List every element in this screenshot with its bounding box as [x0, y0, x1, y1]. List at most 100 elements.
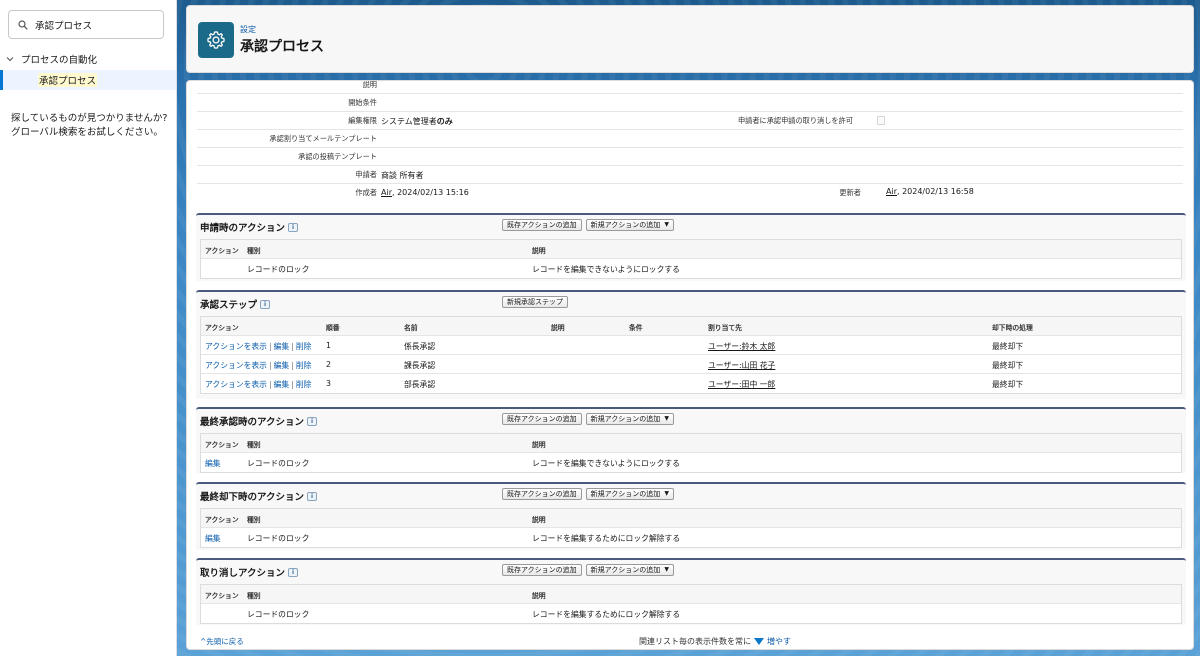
column-header: 却下時の処理 [992, 324, 1033, 332]
separator: | [291, 341, 294, 351]
add-new-action-label: 新規アクションの追加 [590, 415, 661, 423]
quick-find-box[interactable] [8, 10, 164, 39]
separator: | [291, 379, 294, 389]
created-by-user-link[interactable]: Air [381, 188, 392, 197]
column-header: 説明 [551, 324, 565, 332]
add-new-action-button[interactable]: 新規アクションの追加 ▼ [585, 488, 674, 500]
actions-table: アクション 種別 説明 編集 レコードのロック レコードを編集できないようにロッ… [200, 433, 1182, 473]
cell-type: レコードのロック [247, 264, 310, 274]
edit-action-link[interactable]: 編集 [205, 458, 221, 469]
add-new-action-button[interactable]: 新規アクションの追加 ▼ [585, 413, 674, 425]
edit-action-link[interactable]: 編集 [205, 533, 221, 544]
nav-group-process-automation[interactable]: プロセスの自動化 [5, 52, 97, 66]
detail-row-entry-criteria: 開始条件 [197, 94, 1183, 112]
show-more-link[interactable]: 増やす [754, 637, 791, 646]
dropdown-caret-icon: ▼ [664, 221, 669, 228]
cell-assigned-to-link[interactable]: ユーザー:鈴木 太郎 [708, 341, 775, 352]
section-title: 最終却下時のアクション i [200, 489, 318, 503]
delete-link[interactable]: 削除 [296, 380, 312, 389]
breadcrumb[interactable]: 設定 [240, 24, 256, 35]
field-label: 編集権限 [348, 116, 377, 125]
column-header: 種別 [247, 592, 261, 600]
table-row: アクションを表示 | 編集 | 削除 3 部長承認 ユーザー:田中 一郎 最終却下 [201, 374, 1181, 393]
add-new-action-label: 新規アクションの追加 [590, 221, 661, 229]
add-existing-action-button[interactable]: 既存アクションの追加 [502, 413, 582, 425]
detail-row-assignment-template: 承認割り当てメールテンプレート [197, 130, 1183, 148]
actions-table: アクション 種別 説明 レコードのロック レコードを編集できないようにロックする [200, 239, 1182, 279]
field-label: 説明 [362, 80, 377, 89]
info-icon[interactable]: i [288, 567, 299, 577]
edit-link[interactable]: 編集 [274, 342, 290, 351]
triangle-down-icon [754, 638, 764, 645]
cell-type: レコードのロック [247, 609, 310, 619]
separator: | [268, 341, 272, 351]
table-row: 編集 レコードのロック レコードを編集するためにロック解除する [201, 528, 1181, 547]
table-header-row: アクション 種別 説明 [201, 240, 1181, 259]
delete-link[interactable]: 削除 [296, 342, 312, 351]
records-per-list-text: 関連リスト毎の表示件数を常に 増やす [639, 636, 791, 647]
section-title-text: 最終承認時のアクション [200, 417, 305, 428]
detail-row-post-template: 承認の投稿テンプレート [197, 148, 1183, 166]
view-actions-link[interactable]: アクションを表示 [205, 342, 267, 351]
table-header-row: アクション 順番 名前 説明 条件 割り当て先 却下時の処理 [201, 317, 1181, 336]
field-label: 承認の投稿テンプレート [298, 152, 377, 161]
actions-table: アクション 種別 説明 編集 レコードのロック レコードを編集するためにロック解… [200, 508, 1182, 548]
setup-icon-tile [198, 22, 234, 58]
dropdown-caret-icon: ▼ [664, 490, 669, 497]
button-group: 既存アクションの追加 新規アクションの追加 ▼ [502, 413, 674, 425]
search-help-text: 探しているものが見つかりませんか? グローバル検索をお試しください。 [11, 112, 171, 140]
detail-row-description: 説明 [197, 80, 1183, 94]
info-icon[interactable]: i [260, 299, 271, 309]
cell-description: レコードを編集できないようにロックする [532, 264, 680, 274]
row-actions: アクションを表示 | 編集 | 削除 [205, 360, 311, 371]
add-existing-action-button[interactable]: 既存アクションの追加 [502, 488, 582, 500]
new-approval-step-button[interactable]: 新規承認ステップ [502, 296, 568, 308]
back-to-top-link[interactable]: ^先頭に戻る [200, 636, 244, 647]
field-label: 更新者 [839, 188, 861, 197]
cell-assigned-to-link[interactable]: ユーザー:田中 一郎 [708, 379, 775, 390]
back-to-top-label: 先頭に戻る [206, 637, 244, 646]
table-header-row: アクション 種別 説明 [201, 509, 1181, 528]
add-new-action-label: 新規アクションの追加 [590, 566, 661, 574]
add-existing-action-button[interactable]: 既存アクションの追加 [502, 564, 582, 576]
separator: | [291, 360, 294, 370]
view-actions-link[interactable]: アクションを表示 [205, 380, 267, 389]
row-actions: アクションを表示 | 編集 | 削除 [205, 341, 311, 352]
edit-link[interactable]: 編集 [274, 380, 290, 389]
show-more-label: 増やす [767, 637, 791, 646]
add-existing-action-button[interactable]: 既存アクションの追加 [502, 219, 582, 231]
setup-sidebar: プロセスの自動化 承認プロセス 探しているものが見つかりませんか? グローバル検… [0, 0, 177, 656]
add-new-action-button[interactable]: 新規アクションの追加 ▼ [585, 219, 674, 231]
related-list-recall: 取り消しアクション i 既存アクションの追加 新規アクションの追加 ▼ アクション … [196, 558, 1186, 625]
info-icon[interactable]: i [307, 491, 318, 501]
table-row: 編集 レコードのロック レコードを編集できないようにロックする [201, 453, 1181, 472]
table-header-row: アクション 種別 説明 [201, 585, 1181, 604]
column-header: アクション [205, 247, 239, 255]
dropdown-caret-icon: ▼ [664, 566, 669, 573]
info-icon[interactable]: i [288, 222, 299, 232]
button-group: 新規承認ステップ [502, 296, 568, 308]
separator: | [268, 360, 272, 370]
info-icon[interactable]: i [307, 416, 318, 426]
records-text: 関連リスト毎の表示件数を常に [639, 637, 751, 646]
cell-order: 1 [326, 340, 331, 350]
column-header: 説明 [532, 247, 546, 255]
view-actions-link[interactable]: アクションを表示 [205, 361, 267, 370]
cell-assigned-to-link[interactable]: ユーザー:山田 花子 [708, 360, 775, 371]
delete-link[interactable]: 削除 [296, 361, 312, 370]
field-label: 承認割り当てメールテンプレート [269, 134, 377, 143]
table-header-row: アクション 種別 説明 [201, 434, 1181, 453]
modified-by-user-link[interactable]: Air [886, 187, 897, 196]
quick-find-input[interactable] [35, 19, 155, 30]
cell-reject-behavior: 最終却下 [992, 360, 1024, 370]
column-header: 説明 [532, 516, 546, 524]
dropdown-caret-icon: ▼ [664, 415, 669, 422]
add-new-action-button[interactable]: 新規アクションの追加 ▼ [585, 564, 674, 576]
sidebar-item-approval-processes[interactable]: 承認プロセス [0, 70, 176, 90]
button-group: 既存アクションの追加 新規アクションの追加 ▼ [502, 564, 674, 576]
column-header: アクション [205, 592, 239, 600]
column-header: 順番 [326, 324, 340, 332]
edit-link[interactable]: 編集 [274, 361, 290, 370]
field-label: 開始条件 [348, 98, 377, 107]
column-header: 割り当て先 [708, 324, 742, 332]
